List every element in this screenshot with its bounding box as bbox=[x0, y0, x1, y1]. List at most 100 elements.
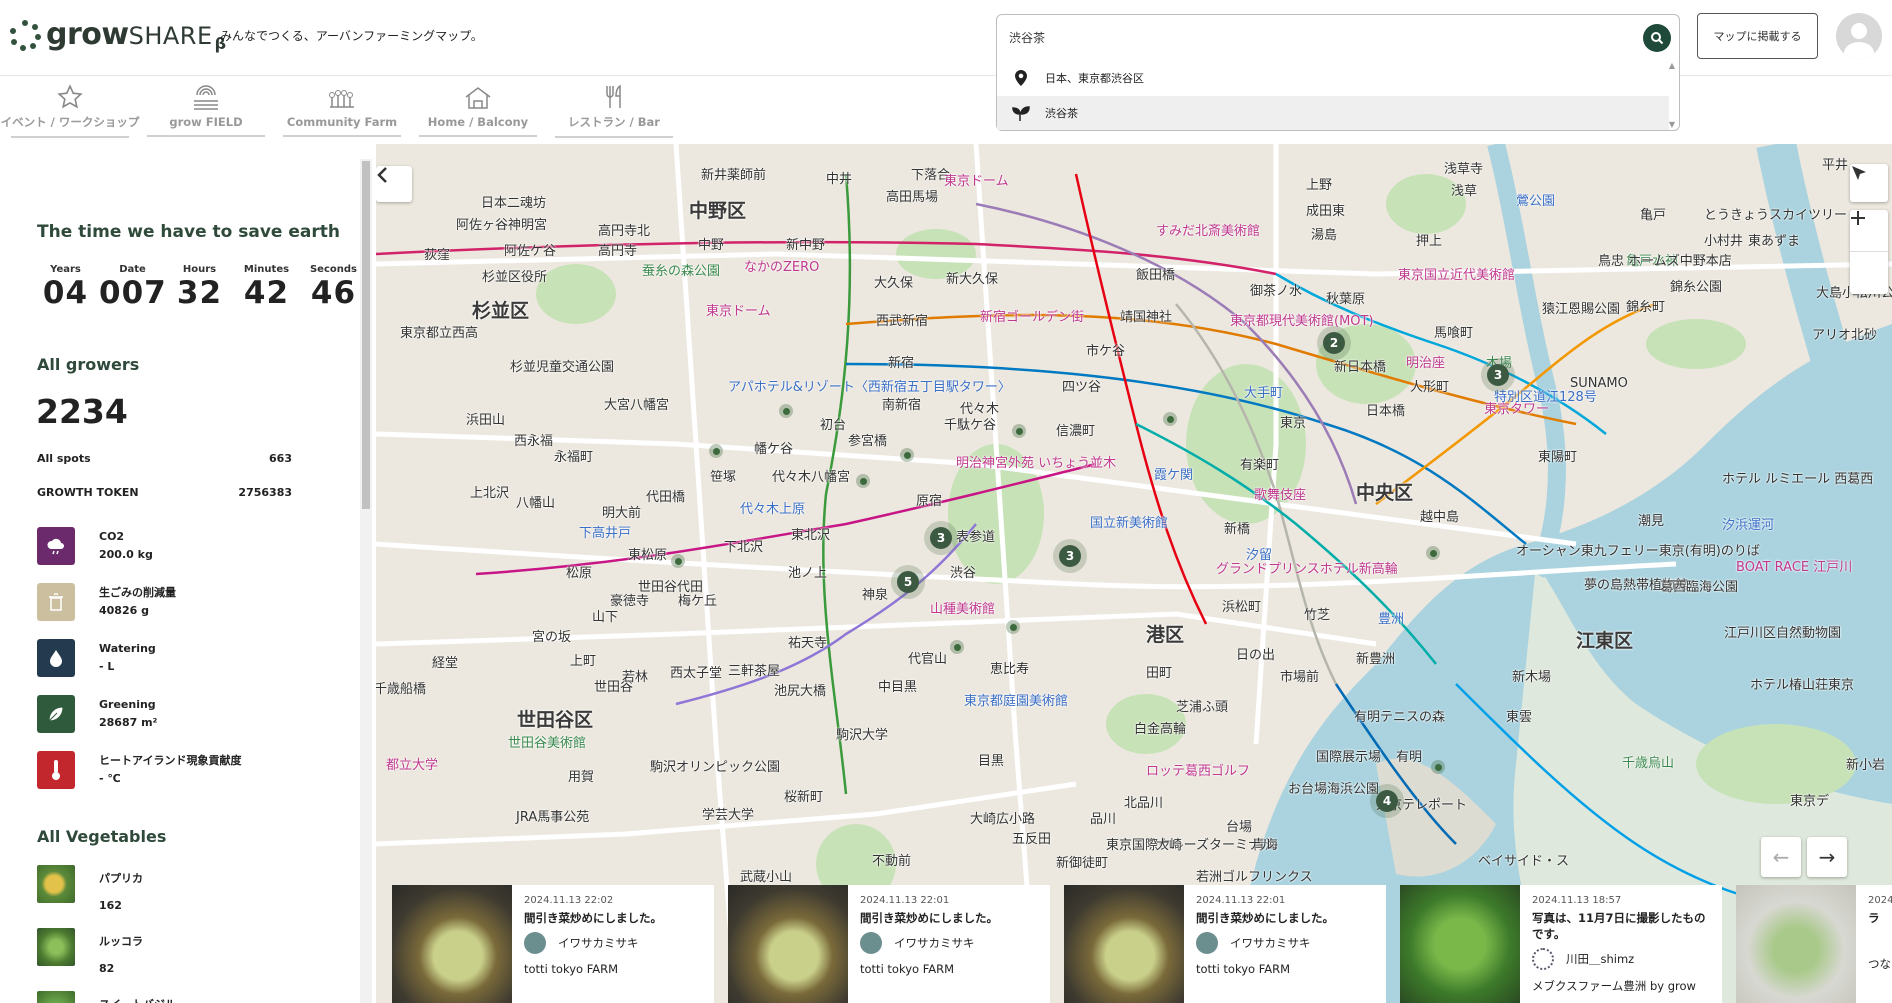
map-place-label: 三軒茶屋 bbox=[728, 664, 781, 679]
tab-community-farm[interactable]: Community Farm bbox=[272, 76, 412, 144]
vegetable-photo bbox=[37, 865, 75, 903]
map-spot-marker[interactable] bbox=[950, 640, 964, 654]
search-button[interactable] bbox=[1643, 24, 1671, 52]
map-place-label: 代々木上原 bbox=[740, 502, 806, 517]
map-place-label: 飯田橋 bbox=[1136, 268, 1176, 283]
map-spot-marker[interactable] bbox=[1426, 546, 1440, 560]
map-place-label: 大久保 bbox=[874, 276, 914, 291]
community-farm-icon bbox=[327, 83, 357, 113]
map-place-label: 湯島 bbox=[1311, 228, 1338, 243]
map-cluster[interactable]: 2 bbox=[1317, 326, 1351, 360]
map-place-label: 北品川 bbox=[1124, 796, 1164, 811]
user-avatar bbox=[524, 932, 546, 954]
tab-events[interactable]: イベント / ワークショップ bbox=[0, 76, 140, 144]
stat-value: 200.0 kg bbox=[99, 548, 153, 561]
vegetable-item[interactable]: スイートバジル bbox=[37, 991, 176, 1003]
post-card[interactable]: 2024.11.13 22:02 間引き菜炒めにしました。 イワサカミサキ to… bbox=[392, 885, 714, 1003]
map-place-label: 新大久保 bbox=[946, 272, 999, 287]
dropdown-scrollbar[interactable]: ▲ ▼ bbox=[1667, 61, 1677, 129]
map-place-label: 東京デ bbox=[1790, 794, 1830, 809]
suggestion-spot[interactable]: 渋谷茶 bbox=[997, 96, 1669, 130]
map-place-label: 新井薬師前 bbox=[701, 168, 767, 183]
map-spot-marker[interactable] bbox=[900, 448, 914, 462]
vegetable-item[interactable]: ルッコラ 82 bbox=[37, 928, 143, 982]
map-spot-marker[interactable] bbox=[1431, 760, 1445, 774]
map-spot-marker[interactable] bbox=[671, 554, 685, 568]
carousel-next-button[interactable]: → bbox=[1807, 837, 1847, 877]
map-ward-label: 中央区 bbox=[1356, 482, 1414, 504]
countdown: Years 04 Date 007 Hours 32 Minutes 42 Second… bbox=[32, 264, 367, 311]
map-place-label: 日の出 bbox=[1236, 648, 1276, 663]
post-farm: totti tokyo FARM bbox=[524, 962, 619, 976]
map-place-label: 有楽町 bbox=[1240, 458, 1280, 473]
stat-label: CO2 bbox=[99, 530, 125, 543]
post-photo bbox=[1064, 885, 1184, 1003]
location-pin-icon bbox=[1011, 70, 1031, 86]
water-drop-icon bbox=[37, 639, 75, 677]
map-place-label: 小村井 bbox=[1704, 234, 1744, 249]
tab-grow-field[interactable]: grow FIELD bbox=[136, 76, 276, 144]
map-place-label: 汐浜運河 bbox=[1722, 518, 1775, 533]
logo[interactable]: growSHARE β bbox=[8, 17, 226, 53]
map-place-label: お台場海浜公園 bbox=[1288, 782, 1380, 797]
map-place-label: 竹芝 bbox=[1304, 608, 1331, 623]
map-ward-label: 世田谷区 bbox=[517, 709, 594, 731]
search-suggestions: 日本、東京都渋谷区 渋谷茶 ▲ ▼ bbox=[996, 59, 1680, 131]
map-place-label: 高田馬場 bbox=[886, 190, 939, 205]
map-place-label: 不動前 bbox=[872, 854, 912, 869]
search-input[interactable] bbox=[1009, 25, 1609, 49]
map[interactable]: 中野区 杉並区 世田谷区 港区 中央区 江東区 新井薬師前 中井 下落合 高田馬… bbox=[376, 144, 1892, 1003]
tab-home-balcony[interactable]: Home / Balcony bbox=[408, 76, 548, 144]
stat-heat-island: ヒートアイランド現象貢献度 - ℃ bbox=[37, 751, 241, 789]
growth-token-row: GROWTH TOKEN 2756383 bbox=[37, 486, 292, 499]
suggestion-location[interactable]: 日本、東京都渋谷区 bbox=[997, 61, 1669, 95]
map-spot-marker[interactable] bbox=[709, 444, 723, 458]
tab-restaurant-bar[interactable]: レストラン / Bar bbox=[544, 76, 684, 144]
map-place-label: 鶯公園 bbox=[1516, 194, 1556, 209]
map-place-label: 日本橋 bbox=[1366, 404, 1406, 419]
map-spot-marker[interactable] bbox=[1163, 412, 1177, 426]
map-place-label: 都立大学 bbox=[386, 758, 439, 773]
vegetable-count: 82 bbox=[99, 962, 115, 975]
post-to-map-button[interactable]: マップに掲載する bbox=[1697, 13, 1818, 59]
map-cluster[interactable]: 4 bbox=[1370, 784, 1404, 818]
map-spot-marker[interactable] bbox=[1006, 620, 1020, 634]
map-cluster[interactable]: 3 bbox=[1481, 358, 1515, 392]
map-place-label: 大宮八幡宮 bbox=[604, 398, 670, 413]
map-cluster[interactable]: 5 bbox=[891, 565, 925, 599]
locate-me-button[interactable] bbox=[1850, 164, 1888, 202]
map-spot-marker[interactable] bbox=[856, 474, 870, 488]
zoom-out-button[interactable] bbox=[1850, 217, 1888, 294]
stat-label: 生ごみの削減量 bbox=[99, 586, 176, 599]
vegetable-count: 162 bbox=[99, 899, 122, 912]
map-spot-marker[interactable] bbox=[1012, 424, 1026, 438]
collapse-sidebar-button[interactable] bbox=[376, 166, 412, 202]
post-card[interactable]: 2024.11.13 22:01 間引き菜炒めにしました。 イワサカミサキ to… bbox=[1064, 885, 1386, 1003]
map-spot-marker[interactable] bbox=[779, 404, 793, 418]
post-date: 2024.11.13 22:02 bbox=[524, 895, 614, 906]
post-card[interactable]: 2024 ラ つな bbox=[1736, 885, 1892, 1003]
map-place-label: 西太子堂 bbox=[670, 666, 723, 681]
post-card[interactable]: 2024.11.13 22:01 間引き菜炒めにしました。 イワサカミサキ to… bbox=[728, 885, 1050, 1003]
carousel-prev-button[interactable]: ← bbox=[1761, 837, 1801, 877]
map-place-label: 中目黒 bbox=[878, 680, 918, 695]
map-place-label: すみだ北斎美術館 bbox=[1156, 224, 1261, 239]
scrollbar-thumb[interactable] bbox=[362, 161, 370, 509]
map-place-label: 錦糸町 bbox=[1626, 300, 1666, 315]
map-place-label: 新宿ゴールデン街 bbox=[980, 310, 1085, 325]
map-place-label: 東京都現代美術館(MOT) bbox=[1230, 314, 1374, 329]
cloud-icon bbox=[37, 527, 75, 565]
map-place-label: 上野 bbox=[1306, 178, 1333, 193]
map-cluster[interactable]: 3 bbox=[1053, 539, 1087, 573]
map-place-label: 新豊洲 bbox=[1356, 652, 1396, 667]
map-place-label: 梅ケ丘 bbox=[678, 594, 718, 609]
map-cluster[interactable]: 3 bbox=[924, 521, 958, 555]
map-place-label: 新木場 bbox=[1512, 670, 1552, 685]
vegetable-item[interactable]: パプリカ 162 bbox=[37, 865, 143, 919]
map-place-label: 田町 bbox=[1146, 666, 1173, 681]
map-place-label: とうきょうスカイツリー bbox=[1704, 208, 1848, 223]
post-card[interactable]: 2024.11.13 18:57 写真は、11月7日に撮影したものです。 川田＿… bbox=[1400, 885, 1722, 1003]
user-avatar[interactable] bbox=[1836, 13, 1882, 59]
post-photo bbox=[392, 885, 512, 1003]
map-place-label: 荻窪 bbox=[424, 248, 451, 263]
